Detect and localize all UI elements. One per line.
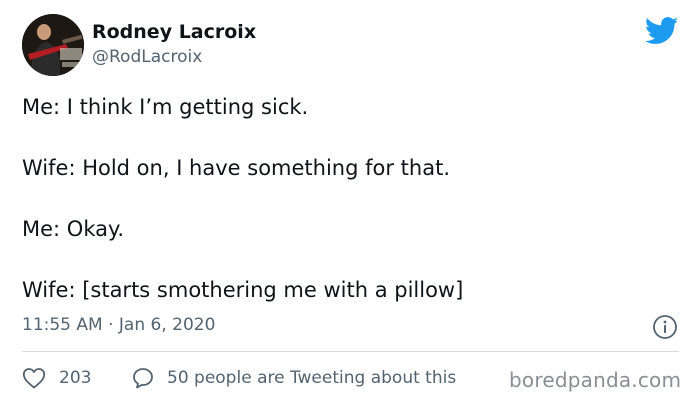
user-handle[interactable]: @RodLacroix (92, 47, 202, 67)
heart-icon (22, 368, 46, 389)
info-icon[interactable] (652, 314, 678, 340)
like-count: 203 (59, 368, 92, 388)
reply-button[interactable]: 50 people are Tweeting about this (132, 364, 456, 392)
avatar-image (22, 14, 84, 76)
divider (22, 351, 679, 352)
avatar[interactable] (22, 14, 84, 76)
tweet-line: Me: I think I’m getting sick. (22, 95, 309, 119)
tweeting-about-count: 50 people are Tweeting about this (167, 368, 457, 388)
tweet-line: Wife: [starts smothering me with a pillo… (22, 278, 464, 302)
tweet-line: Wife: Hold on, I have something for that… (22, 156, 450, 180)
reply-bubble-icon (133, 368, 153, 389)
tweet-timestamp[interactable]: 11:55 AM · Jan 6, 2020 (22, 315, 215, 335)
twitter-bird-icon[interactable] (645, 17, 679, 45)
like-button[interactable]: 203 (22, 364, 91, 392)
user-display-name[interactable]: Rodney Lacroix (92, 21, 256, 43)
tweet-line: Me: Okay. (22, 217, 125, 241)
watermark: boredpanda.com (507, 368, 684, 392)
